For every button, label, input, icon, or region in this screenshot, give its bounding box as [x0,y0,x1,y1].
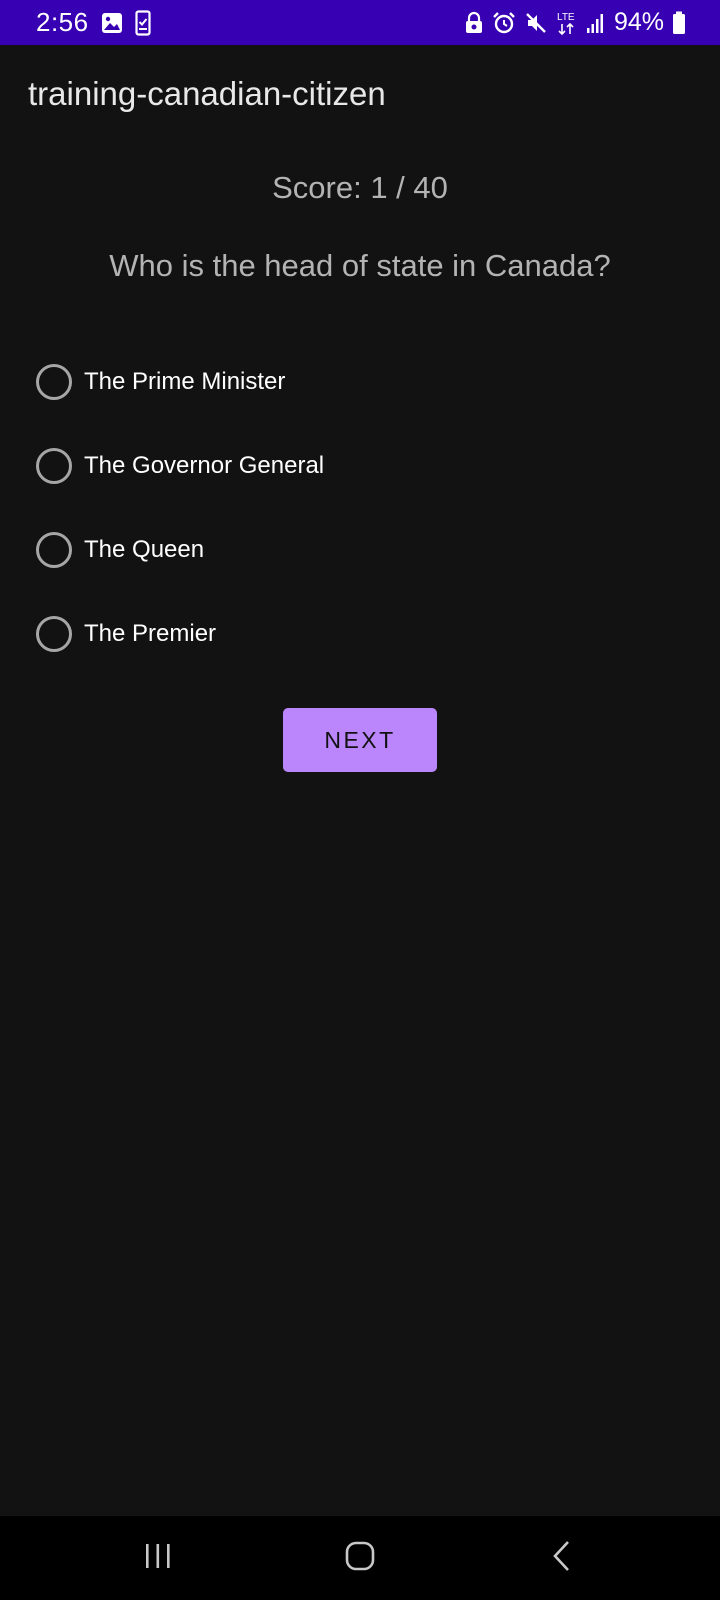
signal-icon [586,12,606,34]
battery-percent: 94% [613,8,664,36]
option-queen[interactable]: The Queen [36,508,676,592]
status-notification-icons [101,9,151,36]
battery-icon [672,11,686,35]
app-title: training-canadian-citizen [28,75,386,112]
option-governor-general[interactable]: The Governor General [36,424,676,508]
lte-data-icon: LTE [556,10,578,36]
back-button[interactable] [502,1516,622,1600]
option-label: The Queen [84,536,205,563]
option-prime-minister[interactable]: The Prime Minister [36,340,676,424]
home-button[interactable] [300,1516,420,1600]
network-label: LTE [557,12,575,23]
back-icon [551,1540,573,1577]
app-bar: training-canadian-citizen [0,45,720,145]
status-bar: 2:56 LTE 94% [0,0,720,45]
radio-button[interactable] [36,616,72,652]
recent-apps-icon [143,1542,173,1575]
question-text: Who is the head of state in Canada? [109,248,611,283]
alarm-icon [492,11,516,35]
option-label: The Premier [84,620,217,647]
recent-apps-button[interactable] [98,1516,218,1600]
device-check-icon [135,9,151,36]
navigation-bar [0,1516,720,1600]
option-label: The Governor General [84,452,325,479]
radio-button[interactable] [36,364,72,400]
option-label: The Prime Minister [84,368,286,395]
radio-button[interactable] [36,448,72,484]
home-icon [345,1541,375,1576]
mute-icon [524,11,548,35]
image-icon [101,12,123,34]
status-time: 2:56 [36,7,89,37]
option-premier[interactable]: The Premier [36,592,676,676]
answer-options: The Prime Minister The Governor General … [36,340,676,676]
vpn-lock-icon [464,11,484,35]
radio-button[interactable] [36,532,72,568]
next-button[interactable]: NEXT [283,708,437,772]
status-system-icons: LTE 94% [464,8,686,37]
score-text: Score: 1 / 40 [272,170,448,205]
